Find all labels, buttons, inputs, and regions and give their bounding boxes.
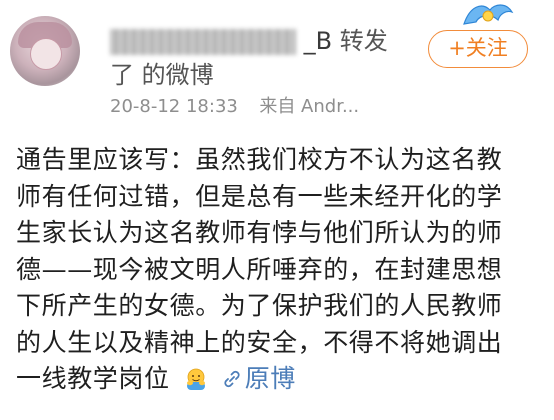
weibo-post-card: _B 转发 了 的微博 20-8-12 18:33 来自 Andr... +关注… — [0, 0, 554, 420]
post-source[interactable]: 来自 Andr... — [259, 96, 359, 117]
original-post-link[interactable]: 原博 — [221, 364, 296, 393]
post-header: _B 转发 了 的微博 20-8-12 18:33 来自 Andr... +关注 — [0, 0, 554, 126]
content-line: 生家长认为这名教师有悖与他们所认为的师 — [16, 218, 503, 247]
repost-action-label: 转发 — [339, 27, 388, 55]
content-line: 通告里应该写：虽然我们校方不认为这名教 — [16, 145, 503, 174]
post-content: 通告里应该写：虽然我们校方不认为这名教 师有任何过错，但是总有一些未经开化的学 … — [16, 142, 546, 398]
post-meta: 20-8-12 18:33 来自 Andr... — [110, 96, 359, 118]
author-line-2: 了 的微博 — [110, 61, 214, 89]
blurred-username[interactable] — [110, 29, 296, 55]
membership-badge-icon — [463, 4, 514, 25]
avatar-face — [30, 38, 62, 70]
avatar[interactable] — [10, 16, 80, 86]
post-timestamp: 20-8-12 18:33 — [110, 96, 238, 117]
username-tail[interactable]: _B — [304, 27, 332, 55]
content-line: 的人生以及精神上的安全，不得不将她调出 — [16, 327, 503, 357]
content-line: 师有任何过错，但是总有一些未经开化的学 — [16, 181, 503, 211]
content-line: 德——现今被文明人所唾弃的，在封建思想 — [16, 254, 503, 284]
follow-button[interactable]: +关注 — [428, 30, 528, 68]
content-last-line: 一线教学岗位 原博 — [16, 361, 546, 398]
original-post-label: 原博 — [244, 364, 296, 393]
content-line: 一线教学岗位 — [16, 364, 170, 393]
content-line: 下所产生的女德。为了保护我们的人民教师 — [16, 291, 503, 320]
hugging-emoji-icon — [187, 368, 206, 390]
link-icon — [224, 370, 240, 388]
author-line: _B 转发 — [110, 26, 388, 56]
